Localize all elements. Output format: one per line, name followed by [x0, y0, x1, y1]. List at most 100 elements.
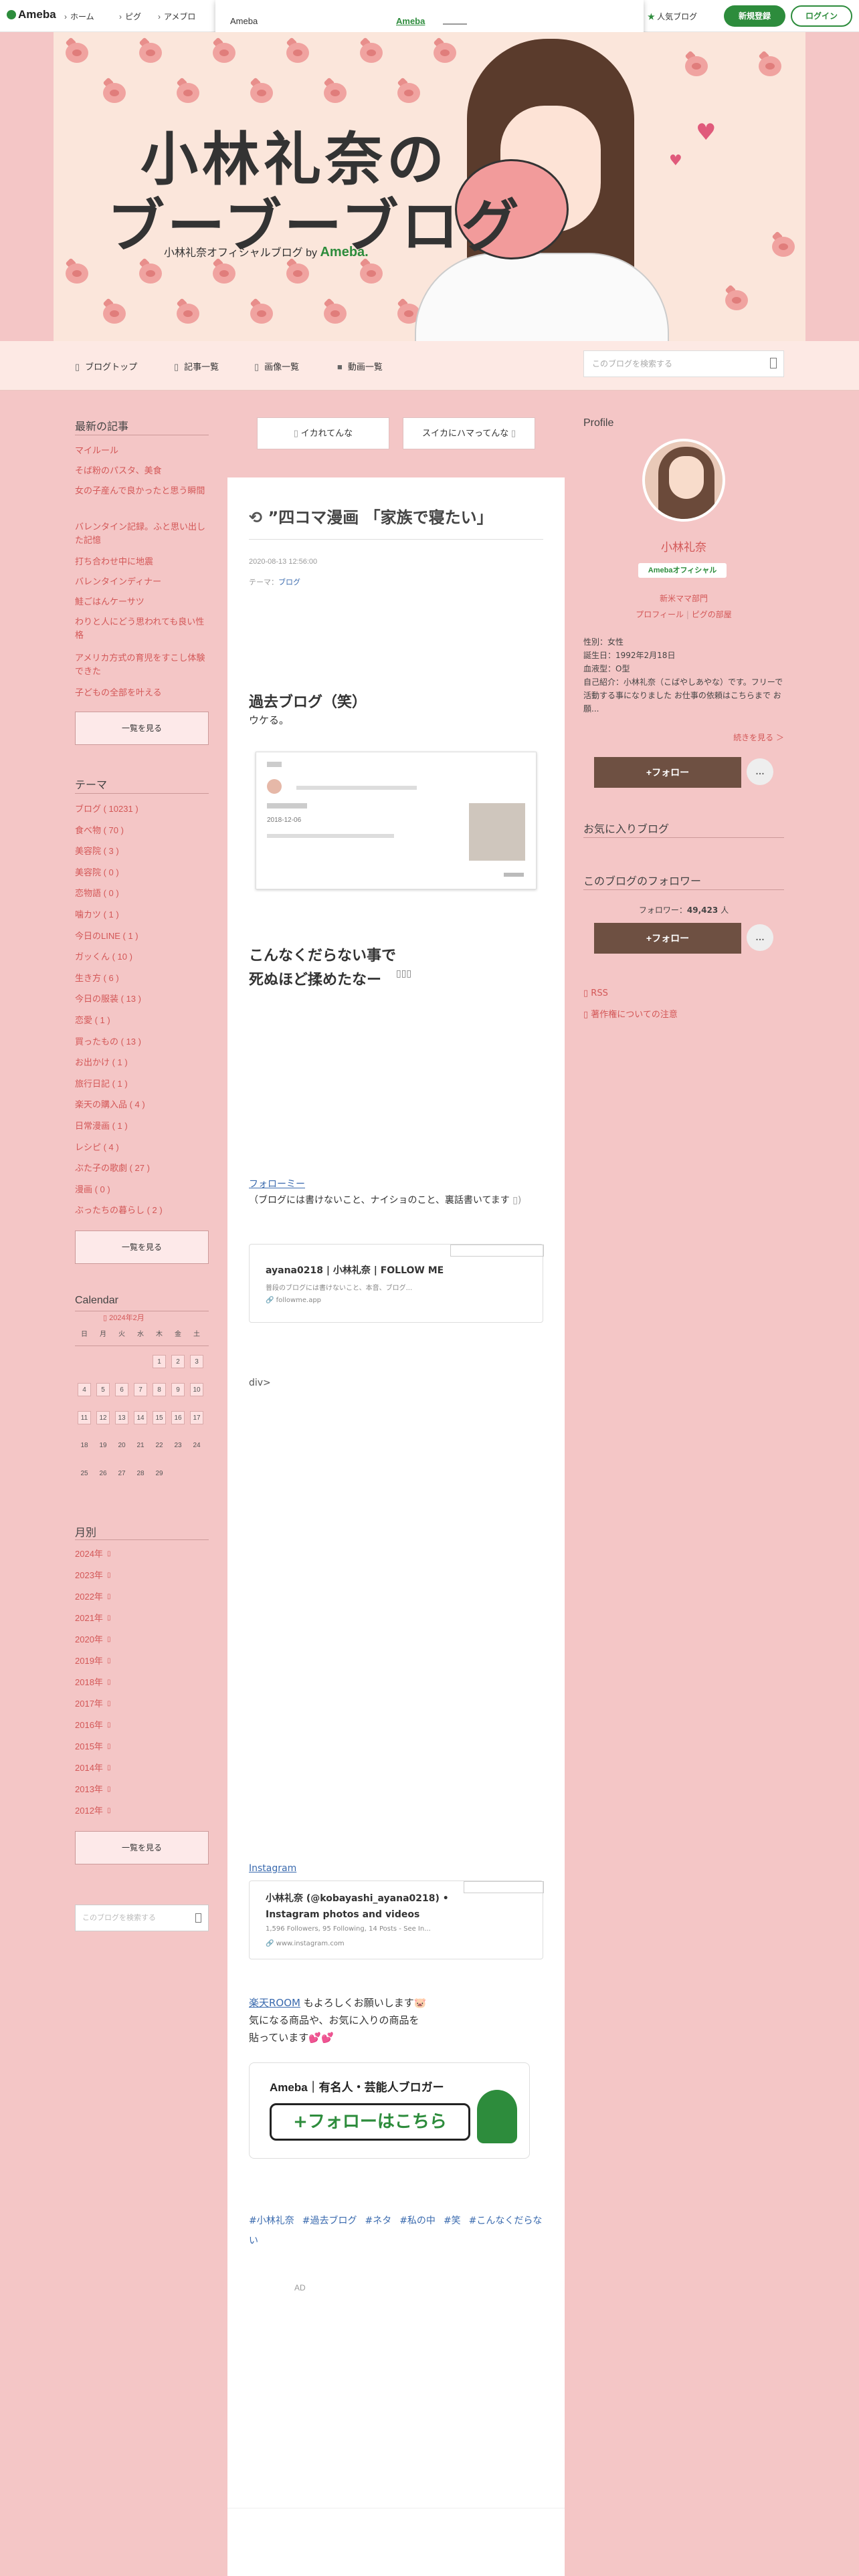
profile-more-link[interactable]: 続きを見る ＞	[583, 732, 784, 743]
calendar-day[interactable]: 6	[115, 1383, 128, 1396]
recent-article-link[interactable]: 子どもの全部を叶える	[75, 686, 209, 700]
calendar-month-nav[interactable]: ▯ 2024年2月	[103, 1312, 145, 1323]
hashtag[interactable]: #ネタ	[365, 2216, 391, 2226]
year-archive-link[interactable]: 2016年	[75, 1719, 209, 1732]
expand-icon[interactable]: ▯	[107, 1572, 111, 1579]
nav-article-list[interactable]: ▯ 記事一覧	[174, 360, 219, 372]
nav-home-link[interactable]: ホーム	[64, 11, 94, 22]
calendar-day[interactable]: 1	[153, 1355, 166, 1368]
hashtag[interactable]: #私の中	[399, 2216, 436, 2226]
theme-link[interactable]: お出かけ ( 1 )	[75, 1056, 209, 1069]
embedded-blog-card[interactable]: 2018-12-06	[256, 752, 537, 889]
recent-article-link[interactable]: アメリカ方式の育児をすこし体験できた	[75, 651, 209, 678]
year-archive-link[interactable]: 2021年	[75, 1612, 209, 1625]
expand-icon[interactable]: ▯	[107, 1679, 111, 1686]
theme-link[interactable]: 恋愛 ( 1 )	[75, 1014, 209, 1027]
theme-link[interactable]: 噛カツ ( 1 )	[75, 908, 209, 922]
theme-link[interactable]: 楽天の購入品 ( 4 )	[75, 1098, 209, 1111]
theme-link[interactable]: ブログ ( 10231 )	[75, 802, 209, 816]
year-archive-link[interactable]: 2014年	[75, 1761, 209, 1775]
pig-room-link[interactable]: ピグの部屋	[692, 610, 732, 619]
year-archive-link[interactable]: 2022年	[75, 1590, 209, 1604]
calendar-day[interactable]: 11	[78, 1411, 91, 1424]
theme-link[interactable]: ブログ	[278, 578, 300, 586]
prev-article-button[interactable]: ▯ イカれてんな	[257, 417, 389, 449]
calendar-day[interactable]: 17	[190, 1411, 203, 1424]
theme-link[interactable]: 今日のLINE ( 1 )	[75, 930, 209, 943]
theme-link[interactable]: 美容院 ( 3 )	[75, 845, 209, 858]
profile-category-link[interactable]: 新米ママ部門	[583, 593, 784, 604]
rss-link[interactable]: ▯ RSS	[583, 988, 608, 998]
nav-ameblo-link[interactable]: アメブロ	[158, 11, 195, 22]
theme-link[interactable]: ぶた子の歌劇 ( 27 )	[75, 1162, 209, 1175]
recent-articles-more-button[interactable]: 一覧を見る	[75, 712, 209, 745]
calendar-day[interactable]: 13	[115, 1411, 128, 1424]
sidebar-search-input[interactable]: このブログを検索する	[75, 1905, 209, 1931]
theme-link[interactable]: 買ったもの ( 13 )	[75, 1035, 209, 1049]
expand-icon[interactable]: ▯	[107, 1614, 111, 1622]
hashtag[interactable]: #笑	[444, 2216, 461, 2226]
expand-icon[interactable]: ▯	[107, 1700, 111, 1707]
year-archive-link[interactable]: 2019年	[75, 1654, 209, 1668]
theme-link[interactable]: 今日の服装 ( 13 )	[75, 992, 209, 1006]
year-archive-link[interactable]: 2015年	[75, 1740, 209, 1753]
theme-link[interactable]: 美容院 ( 0 )	[75, 866, 209, 879]
recent-article-link[interactable]: バレンタイン記録。ふと思い出した記憶	[75, 520, 209, 547]
theme-link[interactable]: ぶったちの暮らし ( 2 )	[75, 1204, 209, 1217]
calendar-day[interactable]: 2	[171, 1355, 185, 1368]
theme-link[interactable]: 漫画 ( 0 )	[75, 1183, 209, 1196]
calendar-day[interactable]: 15	[153, 1411, 166, 1424]
year-archive-link[interactable]: 2023年	[75, 1569, 209, 1582]
banner-follow-button[interactable]: +フォローはこちら	[270, 2103, 470, 2141]
instagram-link[interactable]: Instagram	[249, 1863, 296, 1874]
theme-link[interactable]: レシピ ( 4 )	[75, 1141, 209, 1154]
year-archive-link[interactable]: 2018年	[75, 1676, 209, 1689]
recent-article-link[interactable]: 女の子産んで良かったと思う瞬間	[75, 484, 209, 498]
search-icon[interactable]	[195, 1913, 201, 1923]
theme-link[interactable]: 食べ物 ( 70 )	[75, 824, 209, 837]
nav-video-list[interactable]: ■ 動画一覧	[337, 360, 383, 372]
popular-blogs-link[interactable]: ★ 人気ブログ	[648, 11, 697, 22]
calendar-day[interactable]: 3	[190, 1355, 203, 1368]
recent-article-link[interactable]: わりと人にどう思われても良い性格	[75, 615, 209, 642]
ameba-logo[interactable]: Ameba	[7, 8, 56, 21]
recent-article-link[interactable]: 打ち合わせ中に地震	[75, 555, 209, 568]
expand-icon[interactable]: ▯	[107, 1593, 111, 1600]
theme-link[interactable]: ガッくん ( 10 )	[75, 950, 209, 964]
recent-article-link[interactable]: マイルール	[75, 444, 209, 457]
follow-button-2[interactable]: +フォロー	[594, 923, 741, 954]
article-title[interactable]: ⟲ ”四コマ漫画 「家族で寝たい」	[249, 504, 493, 528]
theme-link[interactable]: 恋物語 ( 0 )	[75, 887, 209, 900]
year-archive-link[interactable]: 2012年	[75, 1804, 209, 1818]
nav-blog-top[interactable]: ▯ ブログトップ	[75, 360, 137, 372]
nav-pigg-link[interactable]: ピグ	[119, 11, 141, 22]
theme-link[interactable]: 生き方 ( 6 )	[75, 972, 209, 985]
year-archive-link[interactable]: 2020年	[75, 1633, 209, 1646]
profile-link[interactable]: プロフィール	[636, 610, 684, 619]
calendar-day[interactable]: 12	[96, 1411, 110, 1424]
monthly-archive-more-button[interactable]: 一覧を見る	[75, 1831, 209, 1864]
expand-icon[interactable]: ▯	[107, 1657, 111, 1665]
popup-input[interactable]	[443, 23, 467, 25]
profile-avatar[interactable]	[642, 439, 725, 522]
next-article-button[interactable]: スイカにハマってんな ▯	[403, 417, 535, 449]
follow-button[interactable]: +フォロー	[594, 757, 741, 788]
recent-article-link[interactable]: そば粉のパスタ、美食	[75, 464, 209, 477]
more-options-button-2[interactable]: …	[747, 924, 773, 951]
nav-image-list[interactable]: ▯ 画像一覧	[254, 360, 299, 372]
calendar-day[interactable]: 5	[96, 1383, 110, 1396]
theme-link[interactable]: 日常漫画 ( 1 )	[75, 1119, 209, 1133]
instagram-link-card[interactable]: 小林礼奈 (@kobayashi_ayana0218) • Instagram …	[249, 1881, 544, 1959]
calendar-day[interactable]: 9	[171, 1383, 185, 1396]
popup-link[interactable]: Ameba	[396, 16, 425, 26]
calendar-prev-icon[interactable]: ▯	[103, 1314, 109, 1322]
expand-icon[interactable]: ▯	[107, 1786, 111, 1793]
theme-more-button[interactable]: 一覧を見る	[75, 1230, 209, 1264]
hashtag[interactable]: #過去ブログ	[302, 2216, 357, 2226]
copyright-link[interactable]: ▯ 著作権についての注意	[583, 1007, 678, 1020]
ameba-follow-banner[interactable]: Ameba｜有名人・芸能人ブロガー +フォローはこちら	[249, 2062, 530, 2159]
expand-icon[interactable]: ▯	[107, 1807, 111, 1814]
blog-search-input[interactable]: このブログを検索する	[583, 350, 784, 377]
theme-link[interactable]: 旅行日記 ( 1 )	[75, 1077, 209, 1091]
year-archive-link[interactable]: 2024年	[75, 1547, 209, 1561]
